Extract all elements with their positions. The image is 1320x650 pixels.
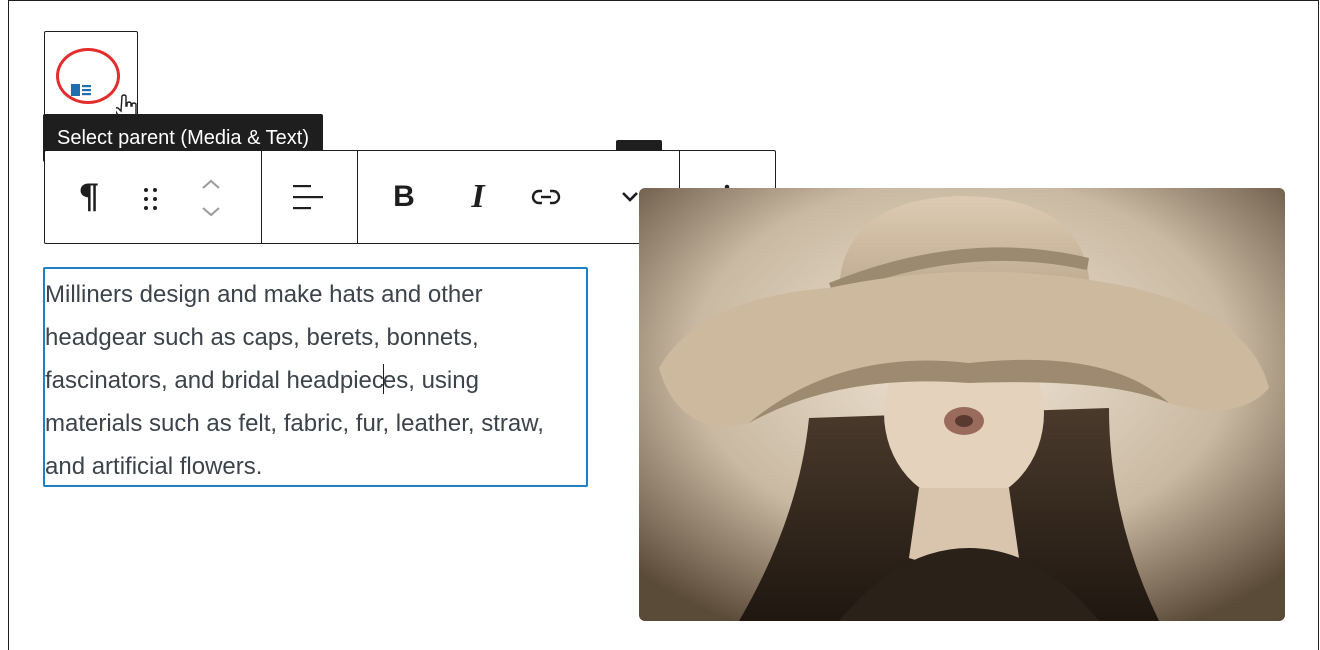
paragraph-text[interactable]: Milliners design and make hats and other… [45,273,575,488]
paragraph-block[interactable]: Milliners design and make hats and other… [43,267,588,487]
bold-button[interactable]: B [379,173,429,221]
link-icon [531,189,561,205]
paragraph-icon: ¶ [78,177,100,217]
move-up-button[interactable] [193,171,229,197]
italic-button[interactable]: I [453,173,503,221]
hat-woman-photo [639,188,1285,621]
chevron-down-icon [202,207,220,217]
chevron-up-icon [202,179,220,189]
align-button[interactable] [283,173,333,221]
link-button[interactable] [521,173,571,221]
align-left-icon [293,185,323,210]
block-type-button[interactable]: ¶ [65,173,113,221]
bold-label: B [393,180,415,213]
chevron-down-icon [622,192,638,202]
drag-handle-icon [144,188,157,210]
drag-handle-button[interactable] [131,179,171,219]
toolbar-divider [357,151,358,243]
toolbar-divider [261,151,262,243]
italic-label: I [471,178,485,215]
media-image[interactable] [639,188,1285,621]
move-down-button[interactable] [193,199,229,225]
media-and-text-icon [71,84,91,96]
